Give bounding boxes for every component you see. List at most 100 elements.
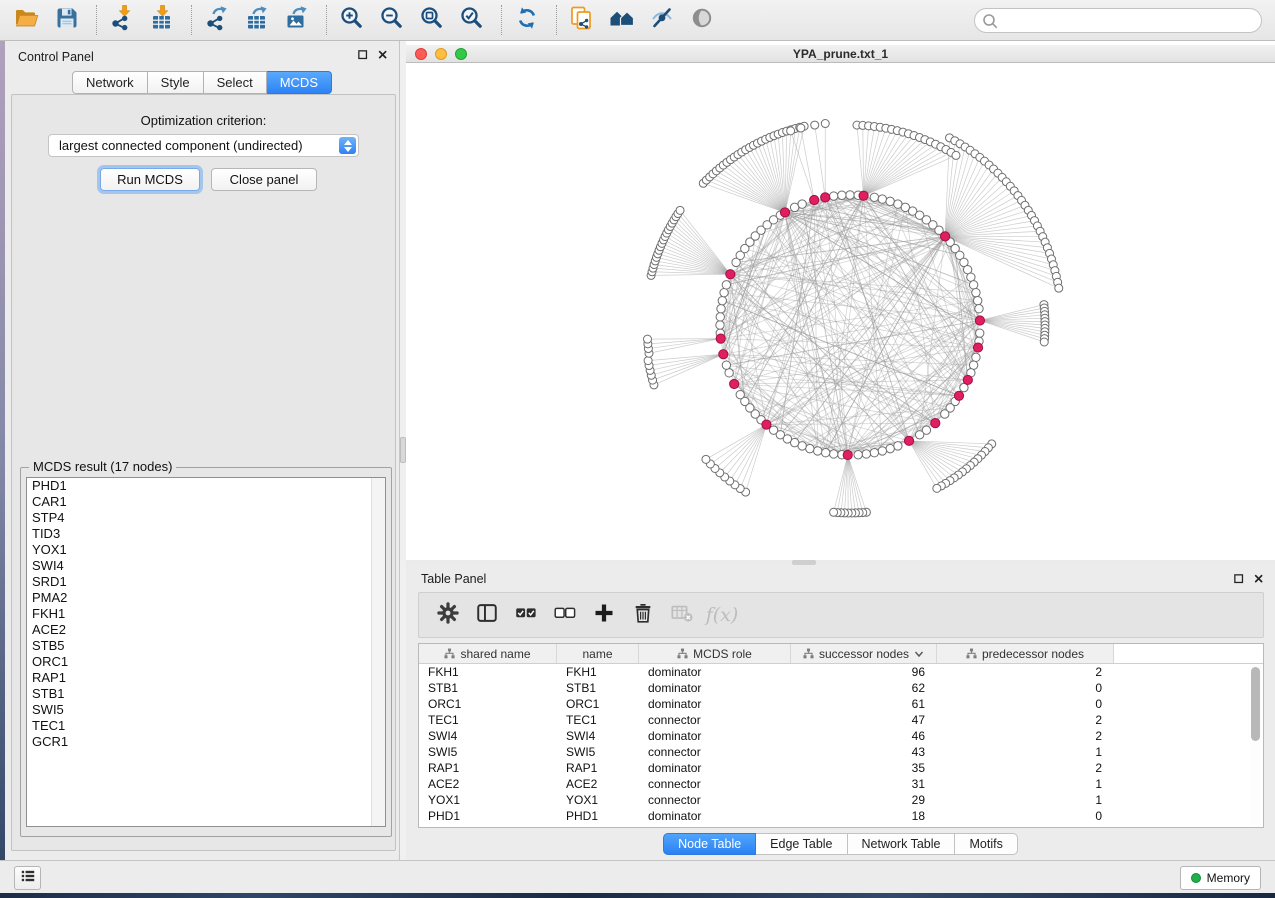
network-node[interactable] (972, 288, 980, 296)
network-node[interactable] (813, 447, 821, 455)
result-list-item[interactable]: ORC1 (27, 654, 385, 670)
network-dominator-node[interactable] (904, 436, 913, 445)
network-dominator-node[interactable] (963, 375, 972, 384)
mcds-result-list[interactable]: PHD1CAR1STP4TID3YOX1SWI4SRD1PMA2FKH1ACE2… (26, 477, 386, 827)
network-node[interactable] (720, 288, 728, 296)
close-panel-icon[interactable] (378, 50, 389, 61)
network-node[interactable] (952, 151, 960, 159)
network-node[interactable] (806, 444, 814, 452)
network-canvas[interactable] (406, 63, 1275, 560)
export-table-button[interactable] (242, 5, 272, 35)
houses-button[interactable] (607, 5, 637, 35)
table-row[interactable]: RAP1RAP1dominator352 (419, 760, 1263, 776)
float-window-icon[interactable] (358, 50, 369, 61)
network-node[interactable] (933, 484, 941, 492)
cell-MCDS-role[interactable]: connector (639, 792, 791, 808)
network-node[interactable] (967, 273, 975, 281)
network-dominator-node[interactable] (726, 270, 735, 279)
network-dominator-node[interactable] (716, 334, 725, 343)
network-node[interactable] (878, 195, 886, 203)
network-node[interactable] (644, 357, 652, 365)
table-row[interactable]: ACE2ACE2connector311 (419, 776, 1263, 792)
result-list-item[interactable]: STP4 (27, 510, 385, 526)
cell-predecessor-nodes[interactable]: 0 (937, 808, 1114, 824)
table-row[interactable]: FKH1FKH1dominator962 (419, 664, 1263, 680)
cell-successor-nodes[interactable]: 35 (791, 760, 937, 776)
network-dominator-node[interactable] (940, 232, 949, 241)
network-node[interactable] (736, 390, 744, 398)
cell-shared-name[interactable]: ACE2 (419, 776, 557, 792)
open-session-button[interactable] (12, 5, 42, 35)
network-dominator-node[interactable] (810, 195, 819, 204)
network-dominator-node[interactable] (730, 379, 739, 388)
network-node[interactable] (969, 361, 977, 369)
network-node[interactable] (838, 191, 846, 199)
result-list-item[interactable]: ACE2 (27, 622, 385, 638)
zoom-fit-button[interactable] (417, 5, 447, 35)
result-list-item[interactable]: SWI5 (27, 702, 385, 718)
search-input[interactable] (974, 8, 1262, 33)
network-dominator-node[interactable] (762, 420, 771, 429)
deselect-all-button[interactable] (548, 598, 582, 632)
export-network-button[interactable] (202, 5, 232, 35)
clone-network-button[interactable] (567, 5, 597, 35)
network-node[interactable] (716, 313, 724, 321)
result-list-item[interactable]: FKH1 (27, 606, 385, 622)
cell-predecessor-nodes[interactable]: 1 (937, 744, 1114, 760)
close-panel-button[interactable]: Close panel (211, 168, 317, 191)
split-columns-button[interactable] (470, 598, 504, 632)
cell-name[interactable]: ACE2 (557, 776, 639, 792)
network-dominator-node[interactable] (719, 350, 728, 359)
cell-MCDS-role[interactable]: connector (639, 744, 791, 760)
network-node[interactable] (676, 206, 684, 214)
import-network-button[interactable] (107, 5, 137, 35)
result-list-item[interactable]: STB5 (27, 638, 385, 654)
result-list-item[interactable]: TID3 (27, 526, 385, 542)
cell-shared-name[interactable]: ORC1 (419, 696, 557, 712)
cell-predecessor-nodes[interactable]: 0 (937, 696, 1114, 712)
result-list-item[interactable]: SRD1 (27, 574, 385, 590)
network-node[interactable] (975, 305, 983, 313)
network-dominator-node[interactable] (821, 193, 830, 202)
memory-button[interactable]: Memory (1180, 866, 1261, 890)
tab-network-table[interactable]: Network Table (848, 833, 956, 855)
result-list-item[interactable]: RAP1 (27, 670, 385, 686)
float-window-icon[interactable] (1234, 574, 1245, 585)
cell-successor-nodes[interactable]: 31 (791, 776, 937, 792)
table-row[interactable]: TEC1TEC1connector472 (419, 712, 1263, 728)
cell-successor-nodes[interactable]: 62 (791, 680, 937, 696)
network-node[interactable] (722, 281, 730, 289)
network-node[interactable] (722, 361, 730, 369)
add-button[interactable] (587, 598, 621, 632)
network-node[interactable] (643, 335, 651, 343)
eye-button[interactable] (687, 5, 717, 35)
result-list-item[interactable]: YOX1 (27, 542, 385, 558)
network-dominator-node[interactable] (975, 316, 984, 325)
cell-predecessor-nodes[interactable]: 0 (937, 680, 1114, 696)
cell-name[interactable]: STB1 (557, 680, 639, 696)
eye-slash-button[interactable] (647, 5, 677, 35)
network-dominator-node[interactable] (859, 191, 868, 200)
network-node[interactable] (915, 431, 923, 439)
network-node[interactable] (717, 305, 725, 313)
network-node[interactable] (1040, 338, 1048, 346)
result-list-item[interactable]: STB1 (27, 686, 385, 702)
run-mcds-button[interactable]: Run MCDS (100, 168, 200, 191)
network-node[interactable] (787, 127, 795, 135)
cell-successor-nodes[interactable]: 61 (791, 696, 937, 712)
export-image-button[interactable] (282, 5, 312, 35)
network-node[interactable] (718, 296, 726, 304)
network-node[interactable] (1055, 284, 1063, 292)
tab-node-table[interactable]: Node Table (663, 833, 756, 855)
import-table-button[interactable] (147, 5, 177, 35)
cell-shared-name[interactable]: YOX1 (419, 792, 557, 808)
network-node[interactable] (830, 508, 838, 516)
cell-name[interactable]: TEC1 (557, 712, 639, 728)
cell-MCDS-role[interactable]: dominator (639, 728, 791, 744)
cell-shared-name[interactable]: RAP1 (419, 760, 557, 776)
cell-successor-nodes[interactable]: 46 (791, 728, 937, 744)
gear-button[interactable] (431, 598, 465, 632)
network-node[interactable] (973, 296, 981, 304)
network-node[interactable] (941, 410, 949, 418)
column-header-successor-nodes[interactable]: successor nodes (791, 644, 937, 663)
